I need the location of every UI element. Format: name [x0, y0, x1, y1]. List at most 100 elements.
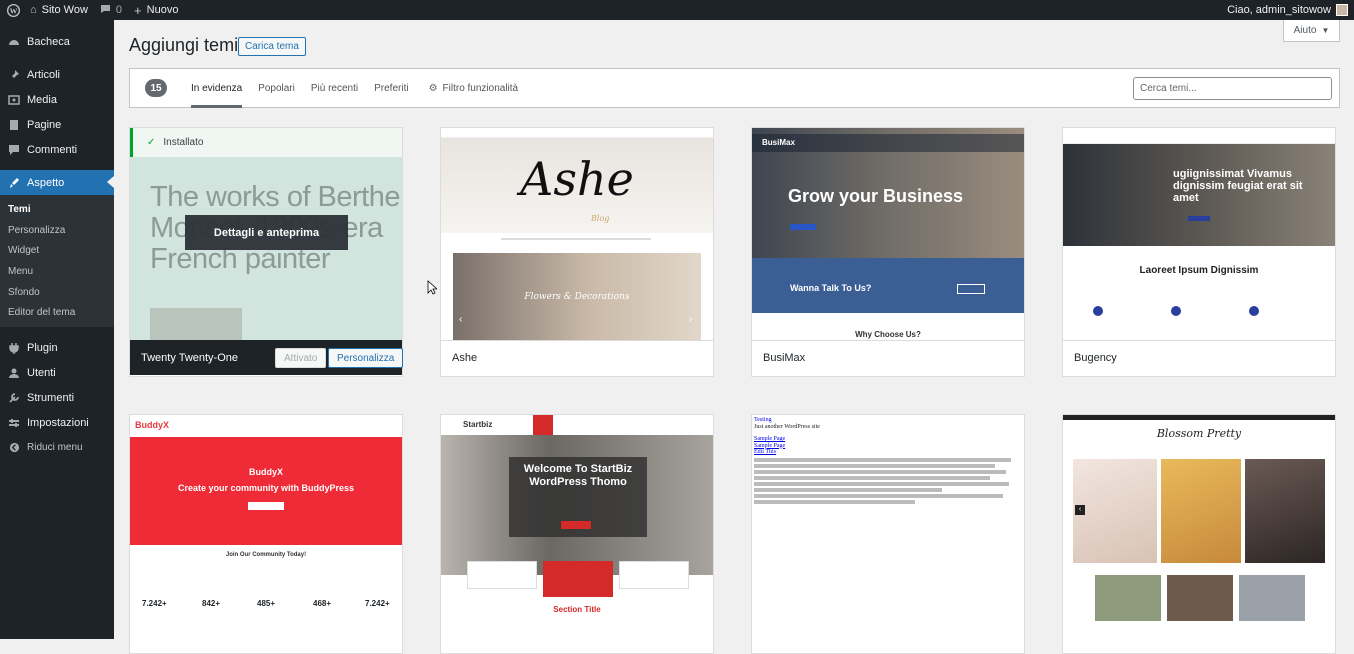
comments-link[interactable]: 0 — [94, 0, 128, 20]
wordpress-logo-icon[interactable]: W — [2, 3, 24, 17]
feature-icon — [1249, 306, 1259, 316]
hero-button — [248, 502, 284, 510]
cta-heading: Wanna Talk To Us? — [790, 283, 872, 293]
submenu-item-sfondo[interactable]: Sfondo — [0, 282, 114, 303]
page-title: Aggiungi temi — [129, 35, 239, 55]
cta-button — [957, 284, 985, 294]
theme-logo: BuddyX — [135, 420, 170, 430]
sidebar-item-label: Bacheca — [27, 35, 70, 48]
stat-value: 7.242+ — [142, 599, 167, 608]
search-themes-input[interactable]: Cerca temi... — [1133, 77, 1332, 100]
tab-popolari[interactable]: Popolari — [258, 68, 295, 108]
comment-bubble-icon — [100, 4, 111, 17]
sidebar-item-label: Commenti — [27, 143, 78, 156]
theme-card-startbiz[interactable]: Startbiz Welcome To StartBiz WordPress T… — [440, 414, 714, 654]
submenu-item-menu[interactable]: Menu — [0, 261, 114, 282]
body-text-lines — [754, 457, 1022, 504]
submenu-item-widget[interactable]: Widget — [0, 240, 114, 261]
theme-card-blossom-pretty[interactable]: Blossom Pretty ‹ — [1062, 414, 1336, 654]
sidebar-item-impostazioni[interactable]: Impostazioni — [0, 410, 114, 435]
slider-caption: Flowers & Decorations — [524, 292, 630, 302]
stat-value: 468+ — [313, 599, 332, 608]
thumb-image — [1167, 575, 1233, 621]
help-tab-button[interactable]: Aiuto ▼ — [1283, 20, 1340, 42]
new-label: Nuovo — [146, 4, 179, 16]
hero-title: BuddyX — [248, 467, 283, 477]
avatar — [1336, 4, 1348, 16]
theme-screenshot: The works of Berthe Morisot, 1800s-era F… — [130, 128, 402, 340]
checkmark-icon: ✓ — [147, 137, 156, 148]
sidebar-item-label: Riduci menu — [27, 442, 83, 454]
sidebar-item-aspetto[interactable]: Aspetto — [0, 170, 114, 195]
appearance-icon — [7, 176, 21, 190]
header-bar — [1063, 128, 1335, 144]
theme-card-ashe[interactable]: Ashe Blog Flowers & Decorations ‹ › Ashe — [440, 127, 714, 377]
sidebar-item-strumenti[interactable]: Strumenti — [0, 385, 114, 410]
slider-next-icon: › — [689, 314, 693, 325]
sidebar-item-articoli[interactable]: Articoli — [0, 62, 114, 87]
settings-icon — [7, 416, 21, 430]
theme-screenshot: BusiMax Grow your Business Wanna Talk To… — [752, 128, 1024, 340]
main-content: Aggiungi temi Carica tema Aiuto ▼ 15 In … — [114, 20, 1354, 654]
upload-theme-button[interactable]: Carica tema — [238, 37, 306, 56]
sidebar-item-label: Plugin — [27, 341, 58, 354]
tab-preferiti[interactable]: Preferiti — [374, 68, 408, 108]
sidebar-item-label: Impostazioni — [27, 416, 89, 429]
submenu-item-personalizza[interactable]: Personalizza — [0, 220, 114, 241]
users-icon — [7, 366, 21, 380]
home-icon: ⌂ — [30, 4, 37, 16]
sidebar-item-commenti[interactable]: Commenti — [0, 137, 114, 162]
join-heading: Join Our Community Today! — [225, 552, 307, 558]
sidebar-item-label: Media — [27, 93, 57, 106]
pages-icon — [7, 118, 21, 132]
top-bar — [1063, 415, 1335, 420]
page-link: Edit This — [754, 449, 777, 455]
theme-card-bugency[interactable]: ugiignissimat Vivamus dignissim feugiat … — [1062, 127, 1336, 377]
feature-filter-button[interactable]: ⚙ Filtro funzionalità — [429, 68, 519, 108]
feature-box — [619, 561, 689, 589]
theme-logo: BusiMax — [762, 138, 795, 147]
plus-icon: + — [134, 2, 142, 18]
theme-screenshot: ugiignissimat Vivamus dignissim feugiat … — [1063, 128, 1335, 340]
dashboard-icon — [7, 35, 21, 49]
nav-menu — [501, 238, 651, 240]
theme-preview-image — [150, 308, 242, 340]
collapse-menu-button[interactable]: Riduci menu — [0, 435, 114, 460]
submenu-item-temi[interactable]: Temi — [0, 199, 114, 220]
sidebar-item-bacheca[interactable]: Bacheca — [0, 29, 114, 54]
theme-screenshot: Testing Just another WordPress site Samp… — [752, 415, 1024, 627]
feature-icon — [1171, 306, 1181, 316]
theme-name: BusiMax — [752, 340, 1024, 375]
details-preview-button[interactable]: Dettagli e anteprima — [185, 215, 348, 250]
sidebar-item-media[interactable]: Media — [0, 87, 114, 112]
new-content-link[interactable]: + Nuovo — [128, 0, 184, 20]
feature-icon — [1093, 306, 1103, 316]
svg-text:W: W — [9, 6, 17, 15]
customize-button[interactable]: Personalizza — [328, 348, 404, 368]
gear-icon: ⚙ — [428, 82, 438, 94]
sidebar-item-pagine[interactable]: Pagine — [0, 112, 114, 137]
comments-count: 0 — [115, 4, 123, 16]
theme-logo: Startbiz — [463, 420, 493, 429]
account-menu[interactable]: Ciao, admin_sitowow — [1227, 4, 1354, 16]
feature-box-highlight — [543, 561, 613, 597]
site-name-link[interactable]: ⌂ Sito Wow — [24, 0, 94, 20]
tab-piu-recenti[interactable]: Più recenti — [311, 68, 358, 108]
sidebar-item-plugin[interactable]: Plugin — [0, 335, 114, 360]
section-heading: Why Choose Us? — [855, 330, 921, 339]
sidebar-item-label: Aspetto — [27, 176, 65, 189]
slider-prev-icon: ‹ — [1075, 505, 1085, 515]
theme-card-testing[interactable]: Testing Just another WordPress site Samp… — [751, 414, 1025, 654]
tab-in-evidenza[interactable]: In evidenza — [191, 68, 243, 108]
theme-card-twentytwentyone[interactable]: The works of Berthe Morisot, 1800s-era F… — [129, 127, 404, 377]
theme-card-buddyx[interactable]: BuddyX BuddyX Create your community with… — [129, 414, 403, 654]
slider-prev-icon: ‹ — [459, 314, 463, 325]
submenu-item-editor[interactable]: Editor del tema — [0, 302, 114, 323]
theme-card-busimax[interactable]: BusiMax Grow your Business Wanna Talk To… — [751, 127, 1025, 377]
comments-icon — [7, 143, 21, 157]
sidebar-item-utenti[interactable]: Utenti — [0, 360, 114, 385]
sidebar-item-label: Articoli — [27, 68, 61, 81]
slider-image — [1245, 459, 1325, 563]
caret-down-icon: ▼ — [1321, 26, 1330, 35]
plugin-icon — [7, 341, 21, 355]
